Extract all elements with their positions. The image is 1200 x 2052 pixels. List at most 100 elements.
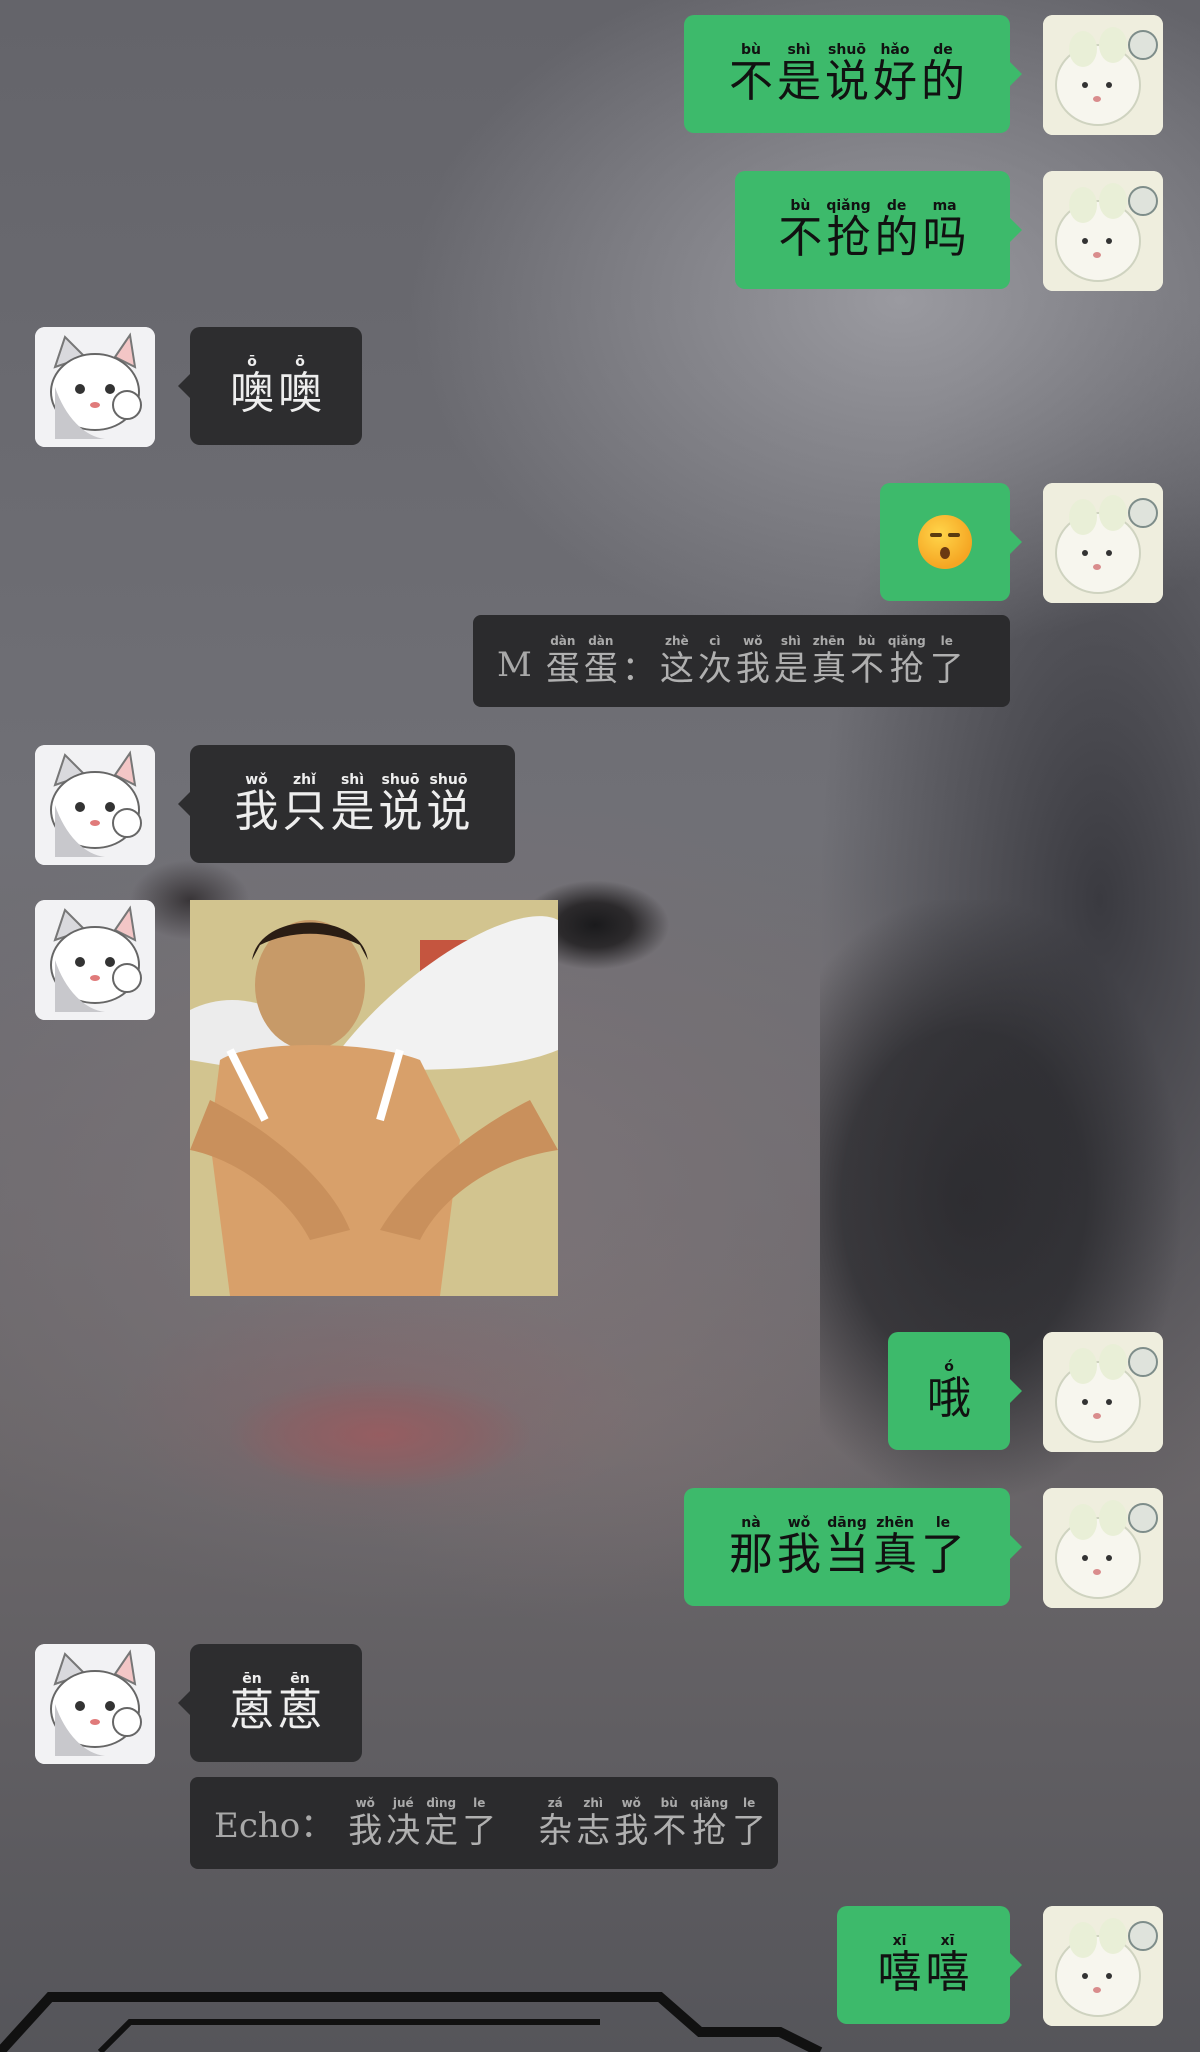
hanzi-character: 志 bbox=[576, 1811, 611, 1851]
other-message-bubble[interactable]: wǒ 我 zhǐ 只 shì 是 shuō 说 shuō 说 bbox=[178, 745, 515, 863]
hanzi-character: 只 bbox=[282, 786, 327, 837]
hanzi-character: 真 bbox=[811, 649, 846, 689]
hanzi-character: 真 bbox=[873, 1529, 917, 1580]
hanzi-character: 我 bbox=[234, 786, 279, 837]
hanzi-character: 抢 bbox=[826, 212, 871, 263]
ruby-char: le 了 bbox=[930, 633, 964, 689]
pinyin-annotation: dàn bbox=[550, 634, 576, 648]
hanzi-character: 那 bbox=[729, 1529, 773, 1580]
hanzi-character: 我 bbox=[777, 1529, 821, 1580]
hanzi-character: 不 bbox=[778, 212, 823, 263]
ruby-char: shì 是 bbox=[777, 42, 821, 106]
hanzi-character: 定 bbox=[424, 1811, 459, 1851]
kissing-face-emoji-icon bbox=[918, 515, 972, 569]
ruby-char: bù 不 bbox=[652, 1795, 686, 1851]
ruby-char: zhì 志 bbox=[576, 1795, 610, 1851]
other-avatar[interactable] bbox=[35, 900, 155, 1020]
ruby-char: le 了 bbox=[921, 1515, 965, 1579]
my-message-bubble[interactable]: nà 那 wǒ 我 dāng 当 zhēn 真 le 了 bbox=[684, 1488, 1022, 1606]
ruby-char: wǒ 我 bbox=[235, 772, 279, 836]
hanzi-character: 蒽 bbox=[278, 1685, 322, 1736]
hanzi-character: 了 bbox=[929, 649, 964, 689]
ruby-char: xī 嘻 bbox=[926, 1933, 970, 1997]
ruby-char: dāng 当 bbox=[825, 1515, 869, 1579]
ruby-char: shuō 说 bbox=[379, 772, 423, 836]
ruby-char: shì 是 bbox=[331, 772, 375, 836]
quoted-notice: Echo： wǒ 我 jué 决 dìng 定 le 了 zá 杂 zhì 志 wǒ 我 bù 不 qiǎng 抢… bbox=[190, 1777, 778, 1869]
hanzi-character: 我 bbox=[735, 649, 770, 689]
ruby-char: ēn 蒽 bbox=[278, 1671, 322, 1735]
ruby-char: shuō 说 bbox=[825, 42, 869, 106]
hanzi-character: 杂 bbox=[538, 1811, 573, 1851]
hanzi-character: 是 bbox=[773, 649, 808, 689]
hanzi-character: 不 bbox=[849, 649, 884, 689]
meme-image-message[interactable] bbox=[190, 900, 558, 1296]
hanzi-character: 吗 bbox=[922, 212, 967, 263]
pinyin-annotation: le bbox=[743, 1796, 756, 1810]
hanzi-character: 好 bbox=[873, 56, 917, 107]
hanzi-character: 不 bbox=[652, 1811, 687, 1851]
my-message-bubble[interactable]: bù 不 shì 是 shuō 说 hǎo 好 de 的 bbox=[684, 15, 1022, 133]
my-avatar[interactable] bbox=[1043, 171, 1163, 291]
hanzi-character: 不 bbox=[729, 56, 773, 107]
ruby-char: xī 嘻 bbox=[878, 1933, 922, 1997]
ruby-char: le 了 bbox=[732, 1795, 766, 1851]
my-avatar[interactable] bbox=[1043, 1488, 1163, 1608]
hanzi-character: 噢 bbox=[230, 368, 274, 419]
ruby-char: zhè 这 bbox=[660, 633, 694, 689]
ruby-char: qiǎng 抢 bbox=[888, 633, 926, 689]
ruby-char: bù 不 bbox=[778, 198, 822, 262]
pinyin-annotation: qiǎng bbox=[887, 634, 926, 648]
pinyin-annotation: shì bbox=[780, 634, 801, 648]
my-avatar[interactable] bbox=[1043, 483, 1163, 603]
pinyin-annotation: qiǎng bbox=[690, 1796, 729, 1810]
my-avatar[interactable] bbox=[1043, 1332, 1163, 1452]
other-avatar[interactable] bbox=[35, 745, 155, 865]
ruby-char: ： bbox=[622, 633, 656, 689]
other-avatar[interactable] bbox=[35, 327, 155, 447]
hanzi-character: 噢 bbox=[278, 368, 322, 419]
my-message-bubble[interactable]: ó哦 bbox=[888, 1332, 1022, 1450]
hanzi-character: 说 bbox=[825, 56, 869, 107]
notice-sender: M bbox=[497, 645, 532, 685]
ruby-char: wǒ 我 bbox=[614, 1795, 648, 1851]
ruby-char: de 的 bbox=[921, 42, 965, 106]
pinyin-annotation: bù bbox=[858, 634, 876, 648]
hanzi-character: 了 bbox=[462, 1811, 497, 1851]
ruby-char: wǒ 我 bbox=[348, 1795, 382, 1851]
quoted-notice: Mdàn 蛋 dàn 蛋： zhè 这 cì 次 wǒ 我 shì 是 zhēn 真 bù 不 qiǎng 抢 le… bbox=[473, 615, 1010, 707]
my-avatar[interactable] bbox=[1043, 15, 1163, 135]
ruby-char: dàn 蛋 bbox=[546, 633, 580, 689]
pinyin-annotation: le bbox=[473, 1796, 486, 1810]
other-message-bubble[interactable]: ēn 蒽 ēn 蒽 bbox=[178, 1644, 362, 1762]
ruby-char: wǒ 我 bbox=[777, 1515, 821, 1579]
ruby-char: zhēn 真 bbox=[873, 1515, 917, 1579]
ruby-char: ēn 蒽 bbox=[230, 1671, 274, 1735]
my-emoji-bubble[interactable] bbox=[880, 483, 1022, 601]
pinyin-annotation: wǒ bbox=[355, 1796, 375, 1810]
hanzi-character: 我 bbox=[614, 1811, 649, 1851]
hanzi-character: 这 bbox=[659, 649, 694, 689]
hanzi-character: 说 bbox=[378, 786, 423, 837]
ruby-char: le 了 bbox=[462, 1795, 496, 1851]
hanzi-character: 抢 bbox=[889, 649, 924, 689]
pinyin-annotation: jué bbox=[392, 1796, 414, 1810]
hanzi-character: 嘻 bbox=[925, 1947, 970, 1998]
ruby-char: ma 吗 bbox=[923, 198, 967, 262]
ruby-char: wǒ 我 bbox=[736, 633, 770, 689]
hanzi-character: 我 bbox=[348, 1811, 383, 1851]
hanzi-character bbox=[500, 1811, 534, 1851]
other-message-bubble[interactable]: ō噢ō噢 bbox=[178, 327, 362, 445]
pinyin-annotation: zhè bbox=[664, 634, 689, 648]
hanzi-character: 了 bbox=[732, 1811, 767, 1851]
pinyin-annotation: dìng bbox=[426, 1796, 457, 1810]
hanzi-character: 蛋 bbox=[545, 649, 580, 689]
other-avatar[interactable] bbox=[35, 1644, 155, 1764]
hanzi-character: 蒽 bbox=[230, 1685, 274, 1736]
ruby-char: zá 杂 bbox=[538, 1795, 572, 1851]
ruby-char: qiǎng 抢 bbox=[826, 198, 870, 262]
hanzi-character: 哦 bbox=[927, 1373, 971, 1424]
ruby-char: zhǐ 只 bbox=[283, 772, 327, 836]
bottom-decoration bbox=[0, 1992, 823, 2052]
my-message-bubble[interactable]: bù 不 qiǎng 抢 de 的 ma 吗 bbox=[735, 171, 1022, 289]
